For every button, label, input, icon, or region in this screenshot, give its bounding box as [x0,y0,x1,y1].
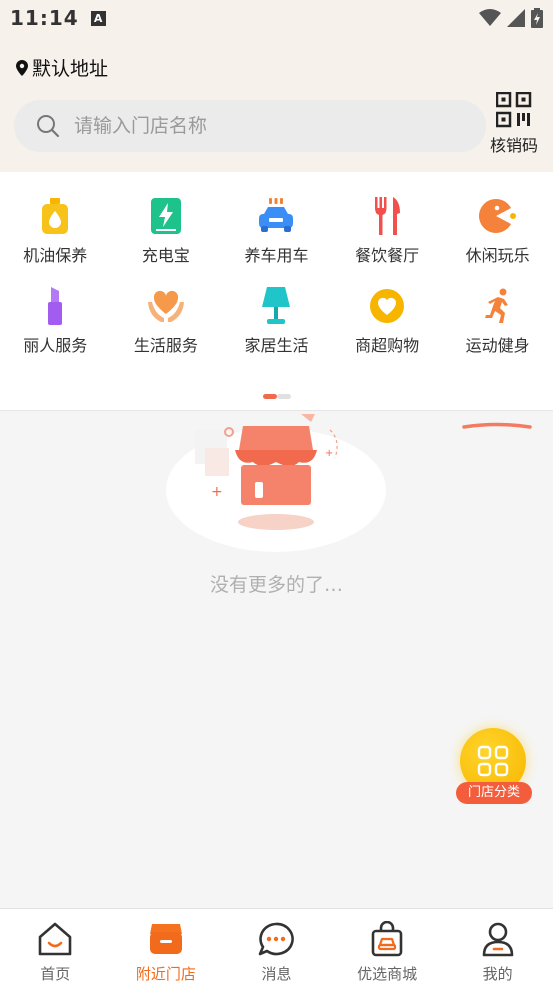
category-label: 运动健身 [465,336,530,355]
lipstick-icon [35,286,75,326]
category-life-service[interactable]: 生活服务 [111,286,222,356]
category-beauty[interactable]: 丽人服务 [0,286,111,356]
heart-hands-icon [146,286,186,326]
battery-status-icon [531,8,543,28]
category-grid: 机油保养 充电宝 养车用车 餐饮餐厅 休闲玩乐 丽人服务 生活服务 家居生活 商… [0,196,553,356]
category-label: 机油保养 [23,246,88,265]
pager-dot [277,394,291,399]
verify-code-label: 核销码 [489,136,538,155]
map-pin-icon [16,59,28,76]
tab-label: 附近门店 [135,965,196,983]
category-car-care[interactable]: 养车用车 [221,196,332,266]
svg-text:+: + [211,484,223,500]
tab-home[interactable]: 首页 [0,909,111,985]
pager-dot-active [263,394,277,399]
grid-icon [477,745,509,777]
bottom-tab-bar: 首页 附近门店 消息 优选商城 我的 [0,908,553,985]
tab-label: 首页 [40,965,71,983]
tab-profile[interactable]: 我的 [442,909,553,985]
category-label: 充电宝 [141,246,190,265]
category-supermarket[interactable]: 商超购物 [332,286,443,356]
tab-messages[interactable]: 消息 [221,909,332,985]
status-bar: 11:14 A [0,0,553,36]
tab-mall[interactable]: 优选商城 [332,909,443,985]
empty-store-illustration: + + [166,414,386,552]
category-label: 养车用车 [244,246,309,265]
battery-icon [146,196,186,236]
category-leisure[interactable]: 休闲玩乐 [442,196,553,266]
message-icon [256,919,296,959]
car-icon [256,196,296,236]
category-pager [263,394,291,399]
category-label: 休闲玩乐 [465,246,530,265]
svg-text:+: + [325,448,333,459]
category-power-bank[interactable]: 充电宝 [111,196,222,266]
runner-icon [478,286,518,326]
store-category-float-button[interactable]: 门店分类 [456,728,532,808]
oil-bottle-icon [35,196,75,236]
category-label: 家居生活 [244,336,309,355]
highlight-underline [462,422,532,429]
heart-badge-icon [367,286,407,326]
location-label: 默认地址 [32,58,109,80]
wifi-icon [479,9,501,26]
category-panel: 机油保养 充电宝 养车用车 餐饮餐厅 休闲玩乐 丽人服务 生活服务 家居生活 商… [0,172,553,429]
category-label: 生活服务 [133,336,198,355]
fork-knife-icon [367,196,407,236]
qr-code-icon [496,92,532,128]
notification-icon: A [90,10,106,26]
category-sports-fitness[interactable]: 运动健身 [442,286,553,356]
tab-nearby-stores[interactable]: 附近门店 [111,909,222,985]
category-oil-maintenance[interactable]: 机油保养 [0,196,111,266]
empty-state-text: 没有更多的了… [209,574,343,596]
category-label: 丽人服务 [23,336,88,355]
signal-icon [507,9,525,27]
verify-code-button[interactable]: 核销码 [486,92,542,158]
user-icon [478,919,518,959]
location-selector[interactable]: 默认地址 [16,54,108,81]
shopping-bag-icon [367,919,407,959]
category-home-living[interactable]: 家居生活 [221,286,332,356]
tab-label: 消息 [261,965,292,983]
lamp-icon [256,286,296,326]
category-label: 餐饮餐厅 [355,246,420,265]
pacman-icon [478,196,518,236]
search-bar[interactable] [14,100,486,152]
store-icon [146,919,186,959]
header-area: 11:14 A 默认地址 核销码 [0,0,553,172]
status-time: 11:14 [10,6,79,30]
search-icon [37,115,60,138]
search-input[interactable] [72,114,456,138]
float-button-label: 门店分类 [456,782,532,804]
category-dining[interactable]: 餐饮餐厅 [332,196,443,266]
tab-label: 优选商城 [357,965,418,983]
category-label: 商超购物 [355,336,420,355]
tab-label: 我的 [482,965,513,983]
home-icon [35,919,75,959]
